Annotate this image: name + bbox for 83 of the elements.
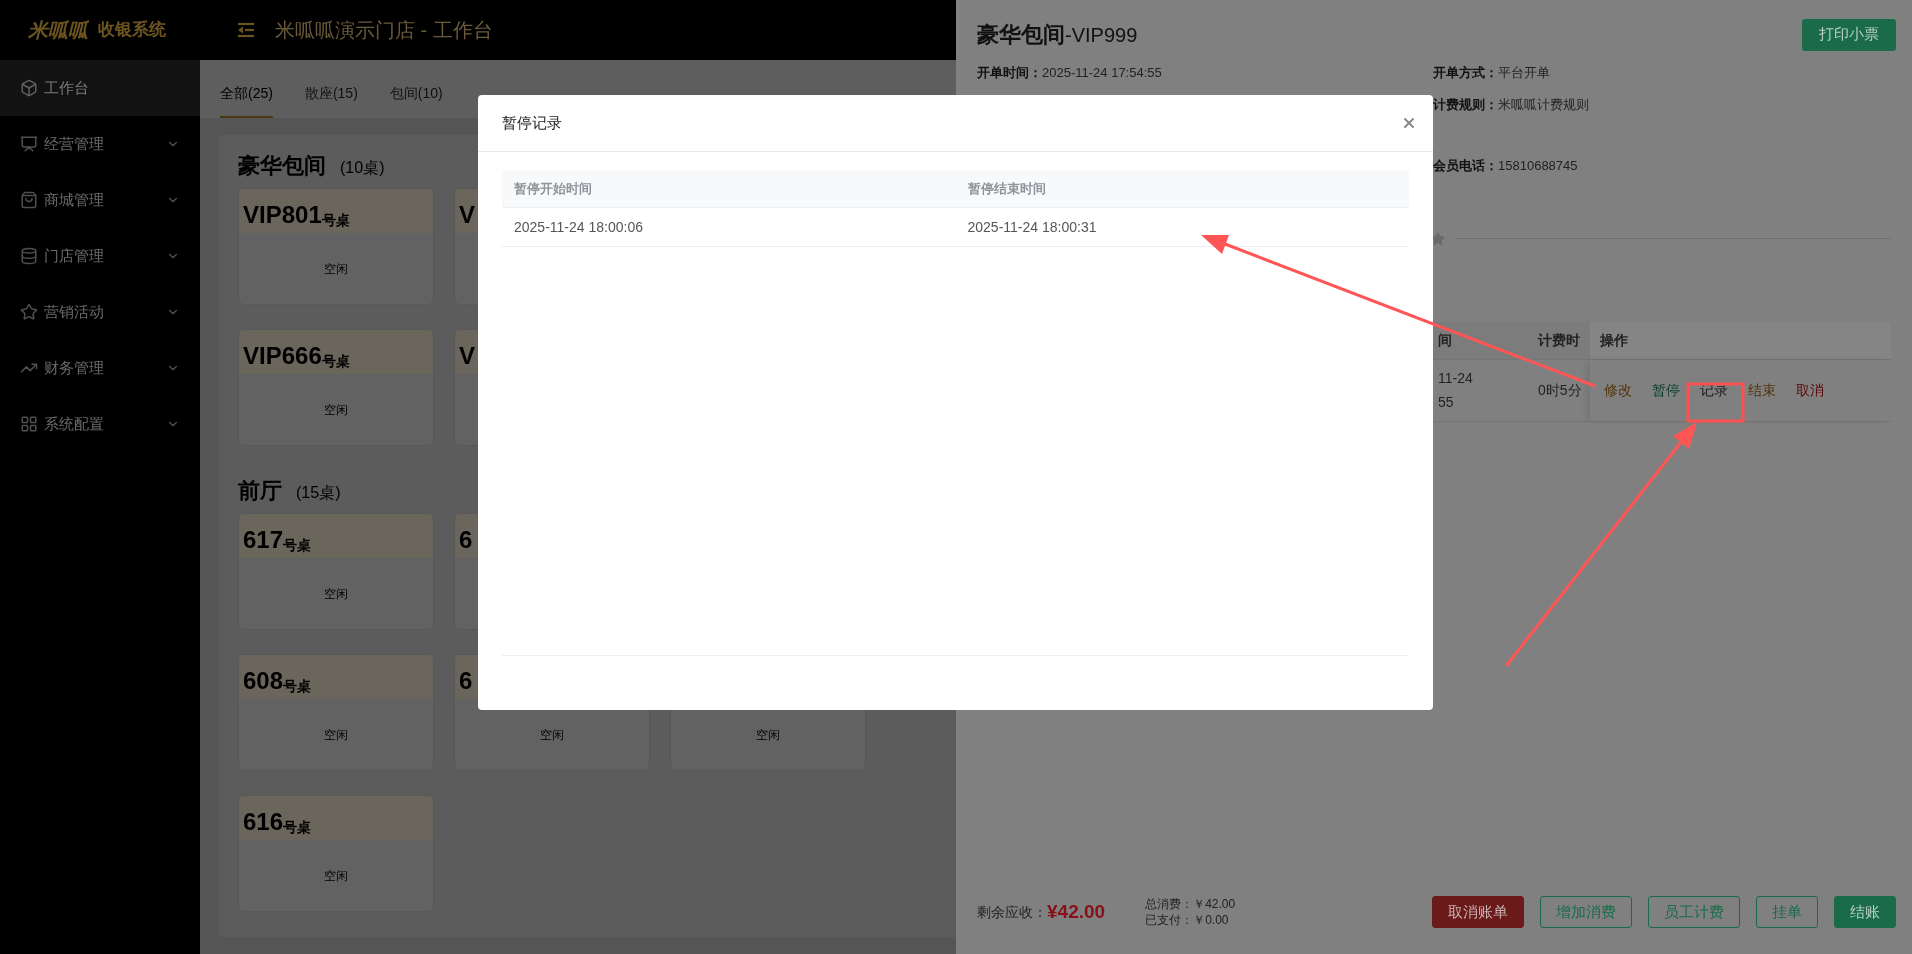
due-label: 剩余应收：: [977, 902, 1047, 922]
bag-icon: [20, 191, 38, 209]
table-name: 617: [243, 528, 284, 552]
table-name: VIP801: [243, 203, 322, 227]
table-name: 616: [243, 810, 284, 834]
cube-icon: [20, 79, 38, 97]
table-card[interactable]: 608号桌 空闲: [238, 654, 434, 771]
action-link[interactable]: 取消: [1796, 375, 1824, 405]
table-card[interactable]: VIP801号桌 空闲: [238, 188, 434, 305]
field-value: 米呱呱计费规则: [1498, 95, 1589, 114]
menu-fold-icon[interactable]: [237, 22, 255, 38]
star-icon: [1431, 231, 1445, 246]
grid-icon: [20, 415, 38, 433]
action-link[interactable]: 修改: [1604, 375, 1632, 405]
print-button[interactable]: 打印小票: [1802, 18, 1896, 51]
column-header: 暂停开始时间: [513, 179, 593, 198]
database-icon: [20, 247, 38, 265]
table-card[interactable]: 616号桌 空闲: [238, 795, 434, 912]
table-name: VIP666: [243, 344, 322, 368]
sidebar-item[interactable]: 营销活动: [0, 284, 200, 340]
system-name: 收银系统: [98, 19, 166, 42]
footer-button[interactable]: 结账: [1834, 896, 1896, 928]
column-header: 操作: [1590, 321, 1891, 359]
table-name: 6: [459, 669, 473, 693]
table-card[interactable]: 617号桌 空闲: [238, 513, 434, 630]
logo-text: 米呱呱: [28, 18, 88, 43]
page-title: 米呱呱演示门店 - 工作台: [275, 18, 493, 43]
table-status: 空闲: [324, 867, 348, 885]
table-status: 空闲: [756, 726, 780, 744]
dialog-title: 暂停记录: [502, 112, 562, 133]
table-status: 空闲: [324, 401, 348, 419]
table-name: V: [459, 203, 475, 227]
section-title: 前厅: [238, 477, 282, 505]
sidebar-item[interactable]: 商城管理: [0, 172, 200, 228]
table-suffix: 号桌: [283, 820, 312, 834]
presentation-icon: [20, 135, 38, 153]
table-status: 空闲: [324, 726, 348, 744]
star-icon: [20, 303, 38, 321]
table-status: 空闲: [540, 726, 564, 744]
table-suffix: 号桌: [283, 538, 312, 552]
sidebar-item[interactable]: 门店管理: [0, 228, 200, 284]
section-title: 豪华包间: [238, 152, 326, 180]
column-header: 计费时: [1538, 330, 1581, 350]
field-label: 会员电话：: [1433, 157, 1498, 175]
field-value: 15810688745: [1498, 157, 1578, 175]
drawer-subtitle: -VIP999: [1065, 23, 1138, 48]
sidebar-item[interactable]: 系统配置: [0, 396, 200, 452]
table-cell-text: 2025-11-24 18:00:06: [513, 217, 644, 237]
tab[interactable]: 包间(10): [389, 83, 443, 118]
table-suffix: 号桌: [283, 679, 312, 693]
field-label: 开单时间：: [977, 64, 1042, 82]
paid-amount: 已支付：￥0.00: [1145, 912, 1230, 928]
table-suffix: 号桌: [321, 354, 350, 368]
section-count: (15桌): [296, 483, 341, 503]
field-value: 2025-11-24 17:54:55: [1042, 64, 1162, 82]
action-link[interactable]: 暂停: [1652, 375, 1680, 405]
column-header: 暂停结束时间: [966, 179, 1047, 198]
field-value: 平台开单: [1498, 64, 1550, 82]
table-cell-text: 0时5分: [1538, 380, 1583, 400]
table-name: 6: [459, 528, 473, 552]
sidebar-item[interactable]: 工作台: [0, 60, 200, 116]
due-amount: ¥42.00: [1047, 899, 1106, 924]
table-suffix: 号桌: [321, 213, 350, 227]
table-card[interactable]: VIP666号桌 空闲: [238, 329, 434, 446]
table-name: 608: [243, 669, 284, 693]
table-cell-text: 11-24 55: [1437, 369, 1474, 412]
drawer-title: 豪华包间: [977, 21, 1065, 49]
action-link[interactable]: 结束: [1748, 375, 1776, 405]
tab[interactable]: 散座(15): [304, 83, 358, 118]
close-icon[interactable]: [1401, 115, 1417, 131]
section-count: (10桌): [340, 158, 385, 178]
sidebar-item[interactable]: 经营管理: [0, 116, 200, 172]
table-status: 空闲: [324, 260, 348, 278]
table-name: V: [459, 344, 475, 368]
column-header: 间: [1437, 330, 1453, 350]
highlight-box: [1686, 382, 1745, 423]
field-label: 计费规则：: [1433, 95, 1498, 114]
footer-button[interactable]: 取消账单: [1432, 896, 1524, 928]
total-amount: 总消费：￥42.00: [1145, 896, 1236, 912]
field-label: 开单方式：: [1433, 64, 1498, 82]
table-status: 空闲: [324, 585, 348, 603]
table-cell-text: 2025-11-24 18:00:31: [966, 217, 1098, 237]
sidebar-item[interactable]: 财务管理: [0, 340, 200, 396]
